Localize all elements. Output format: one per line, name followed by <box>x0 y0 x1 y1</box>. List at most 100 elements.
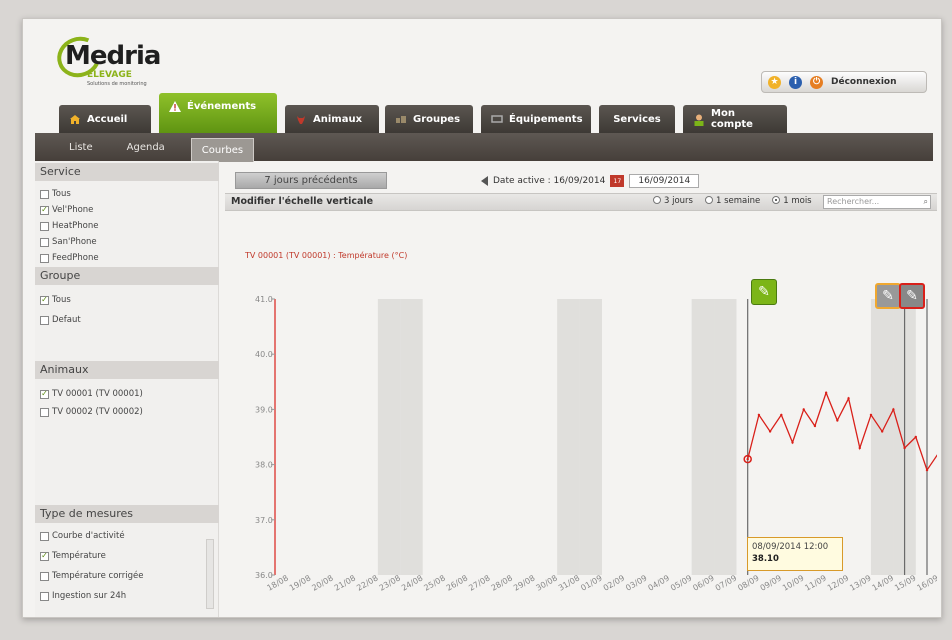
radio-icon[interactable] <box>704 196 713 204</box>
date-field[interactable]: 16/09/2014 <box>629 174 700 188</box>
period-option-1-month[interactable]: 1 mois <box>772 196 812 206</box>
period-option-3-days[interactable]: 3 jours <box>653 196 693 206</box>
sub-navigation: Liste Agenda Courbes <box>35 133 933 162</box>
calendar-icon[interactable]: 17 <box>610 175 625 187</box>
checkbox-label: Température corrigée <box>52 571 144 581</box>
warning-icon <box>169 101 181 112</box>
info-icon[interactable]: i <box>789 75 802 89</box>
checkbox-service-sanphone[interactable]: San'Phone <box>40 237 97 247</box>
x-tick-label: 30/08 <box>534 573 558 592</box>
temperature-point <box>824 391 828 395</box>
checkbox-mesure-temp-corrigee[interactable]: Température corrigée <box>40 571 143 581</box>
checkbox-service-heatphone[interactable]: HeatPhone <box>40 221 99 231</box>
x-tick-label: 23/08 <box>378 573 402 592</box>
tab-accueil[interactable]: Accueil <box>59 105 151 133</box>
checkbox-box[interactable] <box>40 591 49 601</box>
checkbox-box[interactable] <box>40 531 49 541</box>
period-options: 3 jours 1 semaine 1 mois <box>653 196 812 206</box>
x-tick-label: 27/08 <box>467 573 491 592</box>
checkbox-mesure-ingestion[interactable]: Ingestion sur 24h <box>40 591 126 601</box>
checkbox-box[interactable]: ✓ <box>40 389 49 399</box>
period-option-1-week[interactable]: 1 semaine <box>704 196 761 206</box>
search-input[interactable]: Rechercher... ⌕ <box>823 195 931 209</box>
y-tick-label: 37.0 <box>255 516 273 525</box>
tab-evenements[interactable]: Événements <box>159 93 277 133</box>
x-tick-label: 26/08 <box>445 573 469 592</box>
checkbox-label: Tous <box>52 295 71 305</box>
logo-subtitle: ELEVAGE <box>87 70 132 80</box>
temperature-point <box>869 413 873 417</box>
tab-groupes[interactable]: Groupes <box>385 105 473 133</box>
checkbox-box[interactable] <box>40 315 49 325</box>
x-tick-label: 12/09 <box>826 573 850 592</box>
logo-tagline: Solutions de monitoring <box>87 81 147 87</box>
checkbox-box[interactable] <box>40 407 49 417</box>
x-tick-label: 29/08 <box>512 573 536 592</box>
checkbox-box[interactable]: ✓ <box>40 551 49 561</box>
x-tick-label: 11/09 <box>803 573 827 592</box>
event-marker-insemination-icon[interactable]: ✎ <box>751 279 777 305</box>
search-icon[interactable]: ⌕ <box>924 197 928 207</box>
weekend-band <box>400 299 423 575</box>
event-marker-heat-icon[interactable]: ✎ <box>875 283 901 309</box>
subtab-agenda[interactable]: Agenda <box>119 138 173 157</box>
tooltip-date: 08/09/2014 12:00 <box>752 542 829 552</box>
checkbox-box[interactable] <box>40 189 49 199</box>
x-tick-label: 25/08 <box>422 573 446 592</box>
checkbox-label: Tous <box>52 189 71 199</box>
checkbox-box[interactable] <box>40 253 49 263</box>
radio-icon[interactable] <box>772 196 781 204</box>
radio-icon[interactable] <box>653 196 661 204</box>
filter-sidebar: Service Tous ✓ Vel'Phone HeatPhone San'Ph… <box>35 161 219 617</box>
tab-mon-compte[interactable]: Mon compte <box>683 105 787 133</box>
checkbox-label: TV 00002 (TV 00002) <box>52 407 143 417</box>
previous-7-days-button[interactable]: 7 jours précédents <box>235 172 387 189</box>
checkbox-box[interactable] <box>40 221 49 231</box>
power-icon[interactable]: ⏻ <box>810 75 823 89</box>
temperature-point <box>836 419 839 422</box>
checkbox-box[interactable]: ✓ <box>40 295 49 305</box>
period-label: 1 semaine <box>715 196 761 206</box>
tab-label: Accueil <box>87 113 128 125</box>
tooltip-value: 38.10 <box>752 554 779 564</box>
checkbox-service-velphone[interactable]: ✓ Vel'Phone <box>40 205 93 215</box>
app-window: Medria ELEVAGE Solutions de monitoring ★… <box>22 18 942 618</box>
x-tick-label: 07/09 <box>714 573 738 592</box>
section-mesures-title: Type de mesures <box>35 505 219 523</box>
weekend-band <box>691 299 715 575</box>
checkbox-label: San'Phone <box>52 237 97 247</box>
checkbox-mesure-activite[interactable]: Courbe d'activité <box>40 531 125 541</box>
checkbox-label: Defaut <box>52 315 81 325</box>
y-tick-label: 40.0 <box>255 350 273 359</box>
y-tick-label: 38.0 <box>255 461 273 470</box>
previous-arrow-icon[interactable] <box>481 176 488 186</box>
main-tabs: Accueil Événements Animaux Groupes Équip… <box>59 93 799 133</box>
checkbox-animal-tv00002[interactable]: TV 00002 (TV 00002) <box>40 407 143 417</box>
checkbox-groupe-defaut[interactable]: Defaut <box>40 315 81 325</box>
x-tick-label: 20/08 <box>310 573 334 592</box>
tab-equipements[interactable]: Équipements <box>481 105 591 133</box>
checkbox-box[interactable] <box>40 571 49 581</box>
weekend-band <box>377 299 401 575</box>
checkbox-box[interactable]: ✓ <box>40 205 49 215</box>
tab-label: Mon compte <box>711 108 753 130</box>
chart-panel: 7 jours précédents Date active : 16/09/2… <box>223 165 940 615</box>
x-tick-label: 21/08 <box>333 573 357 592</box>
mesures-scrollbar[interactable] <box>206 539 214 609</box>
tab-animaux[interactable]: Animaux <box>285 105 379 133</box>
checkbox-animal-tv00001[interactable]: ✓ TV 00001 (TV 00001) <box>40 389 143 399</box>
subtab-courbes[interactable]: Courbes <box>190 138 255 162</box>
checkbox-service-tous[interactable]: Tous <box>40 189 71 199</box>
weekend-band <box>557 299 580 575</box>
checkbox-mesure-temperature[interactable]: ✓ Température <box>40 551 106 561</box>
checkbox-service-feedphone[interactable]: FeedPhone <box>40 253 99 263</box>
tab-services[interactable]: Services <box>599 105 675 133</box>
star-icon[interactable]: ★ <box>768 75 781 89</box>
logout-button[interactable]: Déconnexion <box>831 77 897 87</box>
section-groupe-title: Groupe <box>35 267 219 285</box>
event-marker-alert-icon[interactable]: ✎ <box>899 283 925 309</box>
subtab-liste[interactable]: Liste <box>61 138 101 157</box>
checkbox-groupe-tous[interactable]: ✓ Tous <box>40 295 71 305</box>
checkbox-box[interactable] <box>40 237 49 247</box>
modify-scale-link[interactable]: Modifier l'échelle verticale <box>231 196 373 207</box>
